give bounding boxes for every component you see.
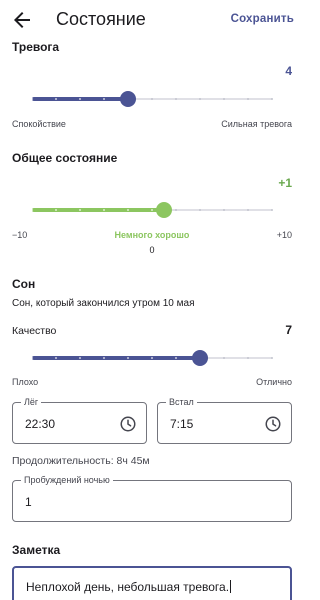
clock-icon[interactable] — [119, 415, 137, 433]
wake-time-field[interactable]: Встал 7:15 — [157, 396, 292, 444]
wake-time-value: 7:15 — [170, 417, 194, 431]
slider-tick — [199, 209, 201, 211]
slider-tick — [151, 209, 153, 211]
slider-tick — [79, 357, 81, 359]
slider-tick — [199, 98, 201, 100]
slider-thumb[interactable] — [156, 202, 172, 218]
note-input[interactable]: Неплохой день, небольшая тревога. — [12, 566, 292, 600]
clock-icon[interactable] — [264, 415, 282, 433]
slider-tick — [103, 357, 105, 359]
slider-tick — [175, 98, 177, 100]
sleep-quality-max-label: Отлично — [256, 377, 292, 387]
awakenings-field-label: Пробуждений ночью — [21, 474, 113, 486]
wake-time-field-label: Встал — [166, 396, 197, 408]
overall-mood-label: Немного хорошо — [114, 230, 190, 240]
slider-tick — [151, 357, 153, 359]
bedtime-field[interactable]: Лёг 22:30 — [12, 396, 147, 444]
bedtime-field-label: Лёг — [21, 396, 42, 408]
anxiety-slider[interactable] — [31, 89, 273, 109]
slider-tick — [127, 209, 129, 211]
slider-tick — [175, 357, 177, 359]
arrow-left-icon — [14, 12, 30, 28]
slider-tick — [223, 98, 225, 100]
slider-tick — [79, 98, 81, 100]
awakenings-value: 1 — [25, 495, 32, 509]
overall-slider[interactable] — [31, 200, 273, 220]
slider-tick — [223, 209, 225, 211]
sleep-quality-label: Качество — [12, 325, 57, 337]
sleep-quality-value: 7 — [285, 323, 292, 337]
slider-tick — [55, 357, 57, 359]
slider-tick — [55, 209, 57, 211]
slider-tick — [31, 98, 33, 100]
slider-active-track — [32, 208, 164, 212]
slider-thumb[interactable] — [192, 350, 208, 366]
slider-tick — [271, 209, 273, 211]
slider-tick — [223, 357, 225, 359]
slider-tick — [103, 98, 105, 100]
slider-tick — [31, 357, 33, 359]
text-caret — [230, 580, 232, 593]
slider-tick — [31, 209, 33, 211]
overall-value: +1 — [278, 176, 292, 190]
page-title: Состояние — [56, 9, 146, 29]
anxiety-max-label: Сильная тревога — [221, 119, 292, 129]
sleep-quality-slider[interactable] — [31, 348, 273, 368]
sleep-subtitle: Сон, который закончился утром 10 мая — [12, 298, 195, 309]
slider-tick — [247, 209, 249, 211]
slider-tick — [247, 357, 249, 359]
save-button[interactable]: Сохранить — [231, 11, 294, 27]
slider-tick — [103, 209, 105, 211]
slider-thumb[interactable] — [120, 91, 136, 107]
awakenings-field[interactable]: Пробуждений ночью 1 — [12, 474, 292, 522]
anxiety-title: Тревога — [12, 40, 60, 54]
slider-tick — [55, 98, 57, 100]
slider-tick — [271, 357, 273, 359]
slider-tick — [151, 98, 153, 100]
overall-zero-label: 0 — [149, 245, 155, 255]
back-button[interactable] — [10, 8, 34, 32]
app-bar: Состояние Сохранить — [0, 0, 304, 40]
note-title: Заметка — [12, 543, 61, 557]
note-value: Неплохой день, небольшая тревога. — [26, 580, 230, 594]
note-text: Неплохой день, небольшая тревога. — [26, 580, 232, 594]
sleep-title: Сон — [12, 277, 36, 291]
anxiety-value: 4 — [285, 64, 292, 78]
bedtime-value: 22:30 — [25, 417, 56, 431]
slider-tick — [175, 209, 177, 211]
slider-tick — [127, 357, 129, 359]
anxiety-min-label: Спокойствие — [12, 119, 66, 129]
slider-tick — [271, 98, 273, 100]
sleep-quality-min-label: Плохо — [12, 377, 39, 387]
sleep-duration: Продолжительность: 8ч 45м — [12, 455, 150, 467]
overall-title: Общее состояние — [12, 151, 118, 165]
slider-tick — [247, 98, 249, 100]
slider-tick — [79, 209, 81, 211]
